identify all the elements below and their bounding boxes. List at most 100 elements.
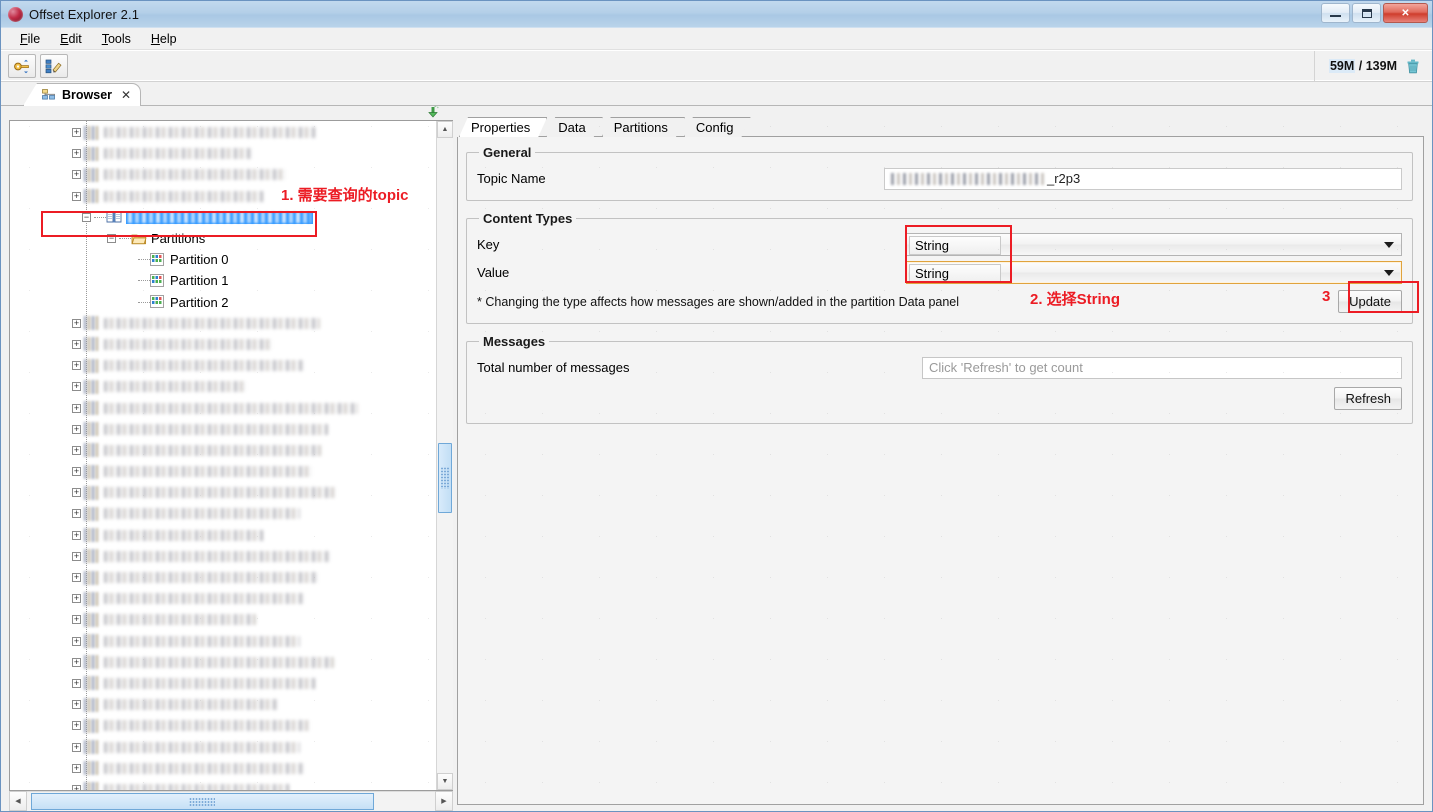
tree-row-blurred[interactable]: + (10, 355, 436, 376)
topic-icon (84, 125, 100, 140)
tree-row-partition[interactable]: Partition 2 (10, 292, 436, 313)
tree-expander[interactable]: + (72, 636, 81, 646)
tree-expander[interactable]: + (72, 170, 81, 180)
tree-row-blurred[interactable]: + (10, 631, 436, 652)
tree-row-blurred[interactable]: + (10, 122, 436, 143)
vertical-scroll-track[interactable] (437, 138, 453, 773)
tree-row-blurred[interactable]: + (10, 313, 436, 334)
tree-expander[interactable]: + (72, 191, 81, 201)
scroll-left-button[interactable]: ◀ (9, 791, 27, 811)
tree-row-blurred[interactable]: + (10, 652, 436, 673)
tree-row-blurred[interactable]: + (10, 376, 436, 397)
tree-expander[interactable]: + (72, 467, 81, 477)
tree-row-partition[interactable]: Partition 1 (10, 270, 436, 291)
tree-horizontal-scrollbar[interactable]: ◀ ▶ (9, 791, 453, 811)
menu-tools[interactable]: Tools (93, 30, 140, 48)
tree-expander[interactable]: + (72, 361, 81, 371)
tree-expander[interactable]: + (72, 551, 81, 561)
collapse-all-icon[interactable] (425, 104, 441, 120)
tree-row-blurred[interactable]: + (10, 503, 436, 524)
memory-indicator[interactable]: 59M / 139M (1313, 51, 1432, 81)
scroll-down-button[interactable]: ▼ (437, 773, 453, 790)
tree-expander[interactable]: + (72, 573, 81, 583)
content-types-note-row: * Changing the type affects how messages… (477, 289, 1402, 314)
scroll-up-button[interactable]: ▲ (437, 121, 453, 138)
tree-row-blurred[interactable]: + (10, 440, 436, 461)
tree-expander[interactable]: + (72, 594, 81, 604)
vertical-scroll-thumb[interactable] (438, 442, 452, 513)
menu-help[interactable]: Help (142, 30, 186, 48)
tree-row-blurred[interactable]: + (10, 715, 436, 736)
tree-row-blurred[interactable]: + (10, 694, 436, 715)
tree-row-blurred[interactable]: + (10, 334, 436, 355)
tree-row-blurred[interactable]: + (10, 143, 436, 164)
tree-expander[interactable]: + (72, 318, 81, 328)
tree-expander[interactable]: + (72, 509, 81, 519)
menu-edit[interactable]: Edit (51, 30, 91, 48)
tree-expander[interactable]: + (72, 149, 81, 159)
tree-row-blurred[interactable]: + (10, 609, 436, 630)
value-type-combobox[interactable]: String (906, 261, 1402, 284)
trash-icon[interactable] (1406, 58, 1420, 74)
tree-vertical-scrollbar[interactable]: ▲ ▼ (436, 121, 453, 790)
editor-tab-close-icon[interactable]: ✕ (121, 88, 131, 102)
maximize-button[interactable] (1352, 3, 1381, 23)
tree-row-blurred[interactable]: + (10, 736, 436, 757)
horizontal-scroll-thumb[interactable] (31, 793, 374, 810)
tree-collapse-expander[interactable]: − (82, 212, 91, 222)
tree-row-partitions[interactable]: − Partitions (10, 228, 436, 249)
scroll-right-button[interactable]: ▶ (435, 791, 453, 811)
tree-expander[interactable]: + (72, 128, 81, 138)
topic-tree[interactable]: + + + + − − Partitions Partition 0 Parti… (10, 121, 436, 790)
refresh-button[interactable]: Refresh (1334, 387, 1402, 410)
minimize-button[interactable] (1321, 3, 1350, 23)
tree-row-blurred[interactable]: + (10, 525, 436, 546)
tree-expander[interactable]: + (72, 382, 81, 392)
close-button[interactable]: ✕ (1383, 3, 1428, 23)
tree-expander[interactable]: + (72, 742, 81, 752)
tree-row-blurred[interactable]: + (10, 164, 436, 185)
tree-row-blurred[interactable]: + (10, 419, 436, 440)
menu-file[interactable]: File (11, 30, 49, 48)
tree-row-blurred[interactable]: + (10, 397, 436, 418)
tree-row-label (104, 614, 256, 626)
message-count-field[interactable]: Click 'Refresh' to get count (922, 356, 1402, 379)
add-connection-button[interactable] (8, 54, 36, 78)
topic-name-field[interactable]: _r2p3 (884, 167, 1402, 190)
tree-row-blurred[interactable]: + (10, 588, 436, 609)
chevron-down-icon[interactable] (1384, 241, 1394, 248)
tree-row-selected-topic[interactable]: − (10, 207, 436, 228)
tree-row-blurred[interactable]: + (10, 546, 436, 567)
edit-cluster-button[interactable] (40, 54, 68, 78)
partitions-expander[interactable]: − (107, 234, 116, 244)
tree-expander[interactable]: + (72, 721, 81, 731)
tab-config[interactable]: Config (684, 117, 751, 137)
tree-expander[interactable]: + (72, 339, 81, 349)
tree-expander[interactable]: + (72, 678, 81, 688)
tree-expander[interactable]: + (72, 445, 81, 455)
tree-row-blurred[interactable]: + (10, 461, 436, 482)
tree-expander[interactable]: + (72, 615, 81, 625)
tree-row-blurred[interactable]: + (10, 779, 436, 790)
horizontal-scroll-track[interactable] (27, 791, 435, 811)
tree-row-blurred[interactable]: + (10, 567, 436, 588)
tab-properties[interactable]: Properties (459, 117, 547, 137)
tab-data[interactable]: Data (546, 117, 602, 137)
tree-expander[interactable]: + (72, 700, 81, 710)
tree-row-blurred[interactable]: + (10, 758, 436, 779)
update-button[interactable]: Update (1338, 290, 1402, 313)
key-type-combobox[interactable]: String (906, 233, 1402, 256)
tree-expander[interactable]: + (72, 530, 81, 540)
chevron-down-icon[interactable] (1384, 269, 1394, 276)
tree-expander[interactable]: + (72, 488, 81, 498)
tab-partitions[interactable]: Partitions (602, 117, 685, 137)
tree-expander[interactable]: + (72, 763, 81, 773)
tree-row-blurred[interactable]: + (10, 482, 436, 503)
editor-tab-browser[interactable]: Browser ✕ (23, 83, 142, 106)
tree-row-partition[interactable]: Partition 0 (10, 249, 436, 270)
tree-expander[interactable]: + (72, 424, 81, 434)
tree-expander[interactable]: + (72, 784, 81, 790)
tree-expander[interactable]: + (72, 403, 81, 413)
tree-row-blurred[interactable]: + (10, 673, 436, 694)
tree-expander[interactable]: + (72, 657, 81, 667)
